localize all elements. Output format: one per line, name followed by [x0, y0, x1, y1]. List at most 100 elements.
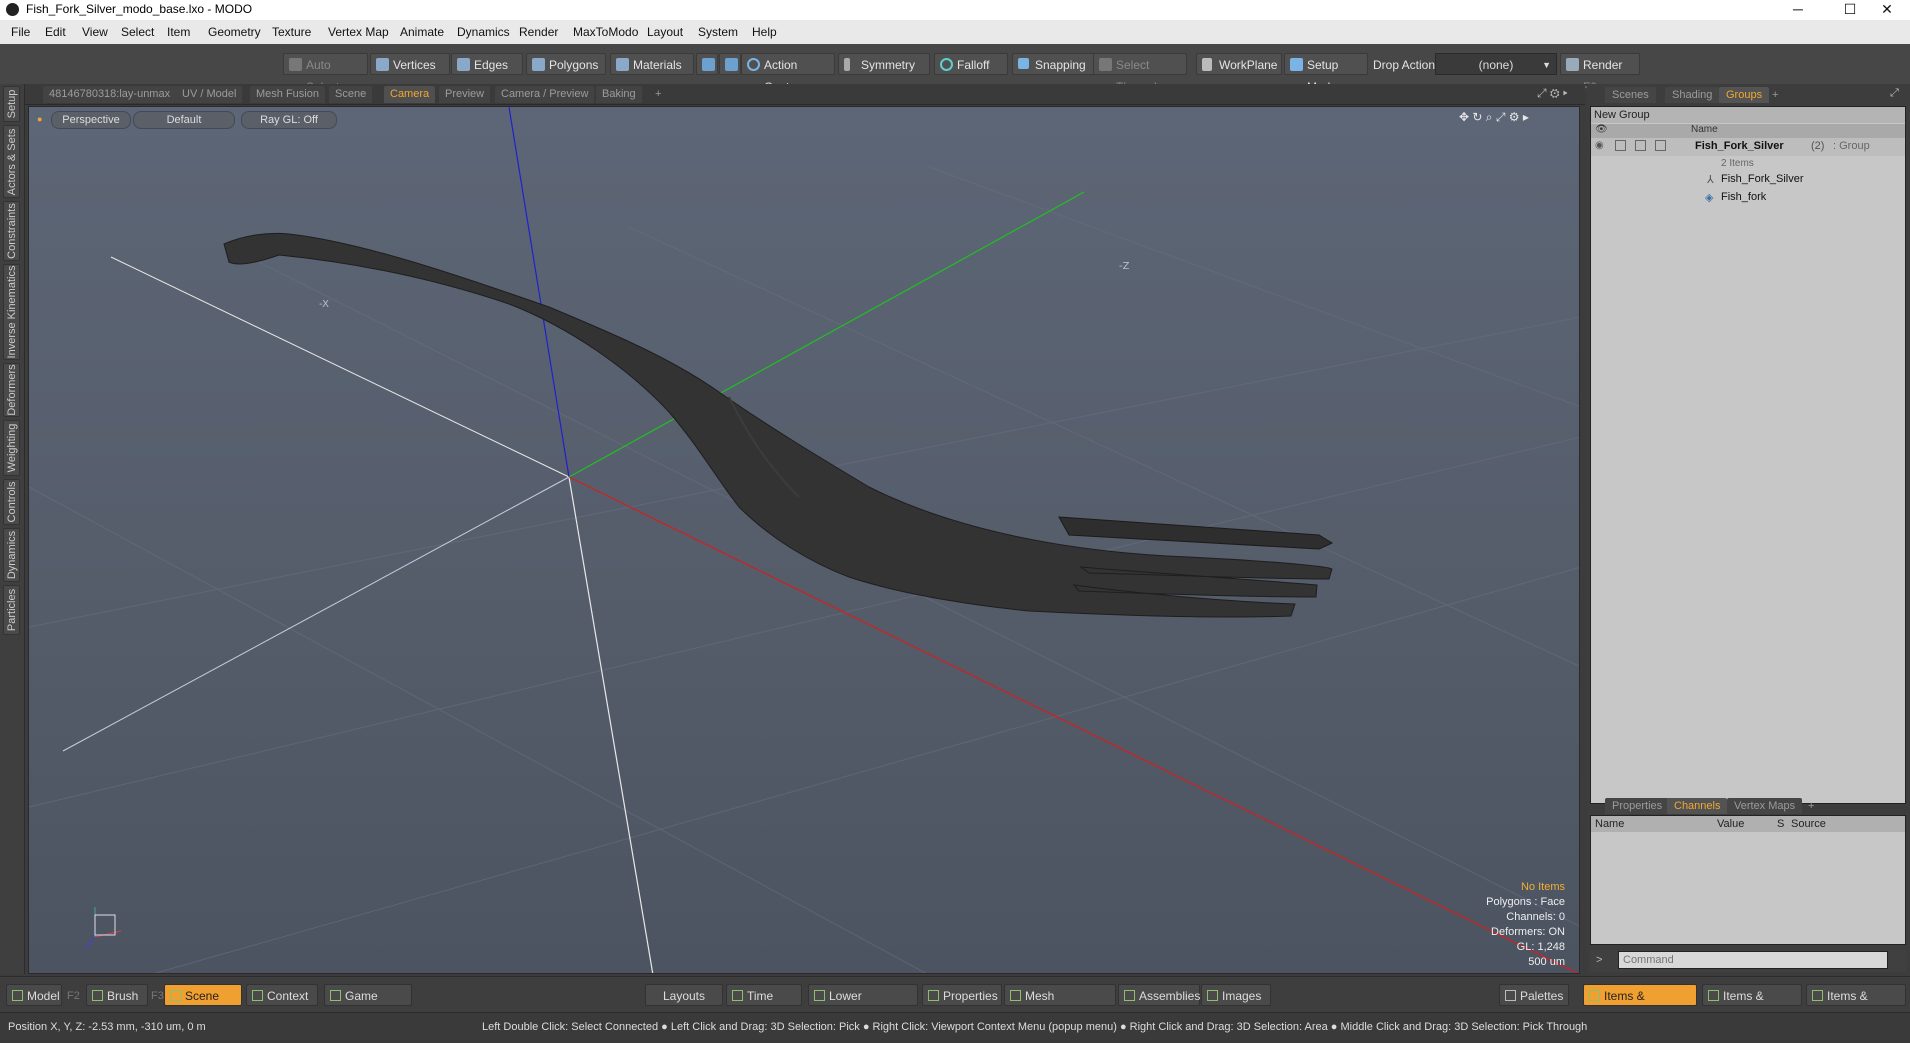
- menu-edit[interactable]: Edit: [45, 25, 66, 39]
- time-button[interactable]: Time: [726, 984, 802, 1006]
- left-tool-tabs: Setup Actors & Sets Constraints Inverse …: [0, 84, 25, 974]
- edges-button[interactable]: Edges: [451, 53, 523, 75]
- game-tools-button[interactable]: Game Tools: [324, 984, 412, 1025]
- lock-toggle[interactable]: [1615, 140, 1626, 151]
- drop-action-select[interactable]: (none) ▼: [1435, 53, 1557, 75]
- menu-texture[interactable]: Texture: [272, 25, 311, 39]
- group-child-row[interactable]: ◈ Fish_fork: [1591, 189, 1905, 207]
- polygons-button[interactable]: Polygons: [526, 53, 606, 75]
- group-child-row[interactable]: ⅄ Fish_Fork_Silver: [1591, 171, 1905, 189]
- tab-shading[interactable]: Shading: [1665, 87, 1720, 103]
- menu-render[interactable]: Render: [519, 25, 558, 39]
- symmetry-button[interactable]: Symmetry: [838, 53, 930, 75]
- tab-properties[interactable]: Properties: [1605, 798, 1670, 814]
- tab-actors-sets[interactable]: Actors & Sets: [3, 125, 20, 198]
- model-button[interactable]: Model: [6, 984, 62, 1006]
- add-channel-tab-button[interactable]: +: [1801, 798, 1821, 814]
- render-toggle[interactable]: [1655, 140, 1666, 151]
- menu-layout[interactable]: Layout: [647, 25, 683, 39]
- action-center-button[interactable]: Action Center: [741, 53, 835, 94]
- panel-maximize-icon[interactable]: ⤢: [1890, 87, 1899, 100]
- workplane-button[interactable]: WorkPlane: [1196, 53, 1282, 75]
- menu-help[interactable]: Help: [752, 25, 777, 39]
- add-tab-button[interactable]: +: [649, 86, 667, 103]
- items-shading-icon: [1812, 990, 1823, 1001]
- fish-fork-mesh[interactable]: [223, 232, 1334, 618]
- tab-controls[interactable]: Controls: [3, 479, 20, 525]
- minimize-button[interactable]: ─: [1775, 0, 1821, 20]
- vertices-button[interactable]: Vertices: [370, 53, 450, 75]
- tab-preview[interactable]: Preview: [439, 86, 491, 103]
- items-groups-button[interactable]: Items & Groups: [1702, 984, 1802, 1025]
- menu-file[interactable]: File: [11, 25, 30, 39]
- tab-scene[interactable]: Scene: [329, 86, 373, 103]
- scene-button[interactable]: Scene F4: [164, 984, 242, 1025]
- tab-mesh-fusion[interactable]: Mesh Fusion: [250, 86, 325, 103]
- tab-baking[interactable]: Baking: [596, 86, 642, 103]
- menu-select[interactable]: Select: [121, 25, 154, 39]
- select-toggle[interactable]: [1635, 140, 1646, 151]
- tab-vertex-maps[interactable]: Vertex Maps: [1727, 798, 1803, 814]
- palettes-button[interactable]: Palettes: [1499, 984, 1569, 1006]
- viewport-maximize-icon[interactable]: ⤢ ⚙ ▸: [1537, 86, 1568, 101]
- tab-camera-preview[interactable]: Camera / Preview: [495, 86, 595, 103]
- command-bar: >: [1590, 950, 1906, 972]
- images-button[interactable]: Images: [1201, 984, 1271, 1006]
- tab-camera[interactable]: Camera: [384, 86, 436, 103]
- menu-system[interactable]: System: [698, 25, 738, 39]
- context-button[interactable]: Context: [246, 984, 318, 1006]
- tab-layout-name[interactable]: 48146780318:lay-unmax: [43, 86, 177, 103]
- tab-scenes[interactable]: Scenes: [1605, 87, 1656, 103]
- tab-inverse-kinematics[interactable]: Inverse Kinematics: [3, 264, 20, 360]
- select-through-icon: [1099, 58, 1112, 71]
- menu-item[interactable]: Item: [167, 25, 190, 39]
- items-properties-button[interactable]: Items & Properties: [1583, 984, 1697, 1025]
- 3d-viewport[interactable]: -X -Z ● Perspective Default Ray GL: Off …: [28, 106, 1580, 974]
- close-button[interactable]: ✕: [1864, 0, 1910, 20]
- new-group-button[interactable]: New Group: [1591, 107, 1905, 123]
- add-panel-tab-button[interactable]: +: [1765, 87, 1785, 103]
- viewport-menu-dot-icon[interactable]: ●: [37, 114, 42, 124]
- tab-groups[interactable]: Groups: [1719, 87, 1770, 103]
- assemblies-button[interactable]: Assemblies: [1118, 984, 1200, 1006]
- viewport-nav-icons[interactable]: ✥ ↻ ⌕ ⤢ ⚙ ▸: [1459, 110, 1529, 125]
- group-row-root[interactable]: ◉ Fish_Fork_Silver (2) : Group: [1591, 138, 1905, 156]
- auto-select-button[interactable]: Auto Select: [283, 53, 368, 94]
- render-button[interactable]: Render F9: [1560, 53, 1640, 94]
- menu-dynamics[interactable]: Dynamics: [457, 25, 510, 39]
- tab-constraints[interactable]: Constraints: [3, 201, 20, 261]
- tab-dynamics[interactable]: Dynamics: [3, 528, 20, 582]
- projection-dropdown[interactable]: Perspective: [51, 111, 131, 129]
- properties-button[interactable]: Properties: [922, 984, 1002, 1006]
- f2-key-hint: F2: [67, 990, 80, 1002]
- mesh-operations-button[interactable]: Mesh Operations: [1004, 984, 1116, 1025]
- tab-weighting[interactable]: Weighting: [3, 420, 20, 476]
- select-mode-a-button[interactable]: [696, 53, 718, 75]
- eye-icon[interactable]: ◉: [1595, 140, 1604, 151]
- bottom-toolbar: Model F2 Brush F3 Scene F4 Context Game …: [0, 976, 1910, 1025]
- raygl-dropdown[interactable]: Ray GL: Off: [241, 111, 337, 129]
- menu-geometry[interactable]: Geometry: [208, 25, 261, 39]
- tab-particles[interactable]: Particles: [3, 585, 20, 635]
- shading-dropdown[interactable]: Default: [133, 111, 235, 129]
- layouts-button[interactable]: Layouts: [645, 984, 723, 1006]
- tab-channels[interactable]: Channels: [1667, 798, 1728, 814]
- setup-mode-button[interactable]: Setup Mode: [1284, 53, 1368, 94]
- falloff-button[interactable]: Falloff: [934, 53, 1008, 75]
- menu-view[interactable]: View: [82, 25, 108, 39]
- select-mode-b-button[interactable]: [719, 53, 741, 75]
- select-through-button[interactable]: Select Through: [1093, 53, 1187, 94]
- tab-uv-model[interactable]: UV / Model: [176, 86, 243, 103]
- menu-vertex-map[interactable]: Vertex Map: [328, 25, 389, 39]
- tab-setup[interactable]: Setup: [3, 86, 20, 122]
- command-input[interactable]: [1618, 951, 1888, 969]
- brush-button[interactable]: Brush: [86, 984, 148, 1006]
- context-icon: [252, 990, 263, 1001]
- materials-button[interactable]: Materials: [610, 53, 694, 75]
- menu-animate[interactable]: Animate: [400, 25, 444, 39]
- tab-deformers[interactable]: Deformers: [3, 363, 20, 417]
- items-shading-button[interactable]: Items & Shading: [1806, 984, 1906, 1025]
- menu-maxtomodo[interactable]: MaxToModo: [573, 25, 638, 39]
- lower-viewports-button[interactable]: Lower Viewports: [808, 984, 918, 1025]
- snapping-button[interactable]: Snapping: [1012, 53, 1096, 75]
